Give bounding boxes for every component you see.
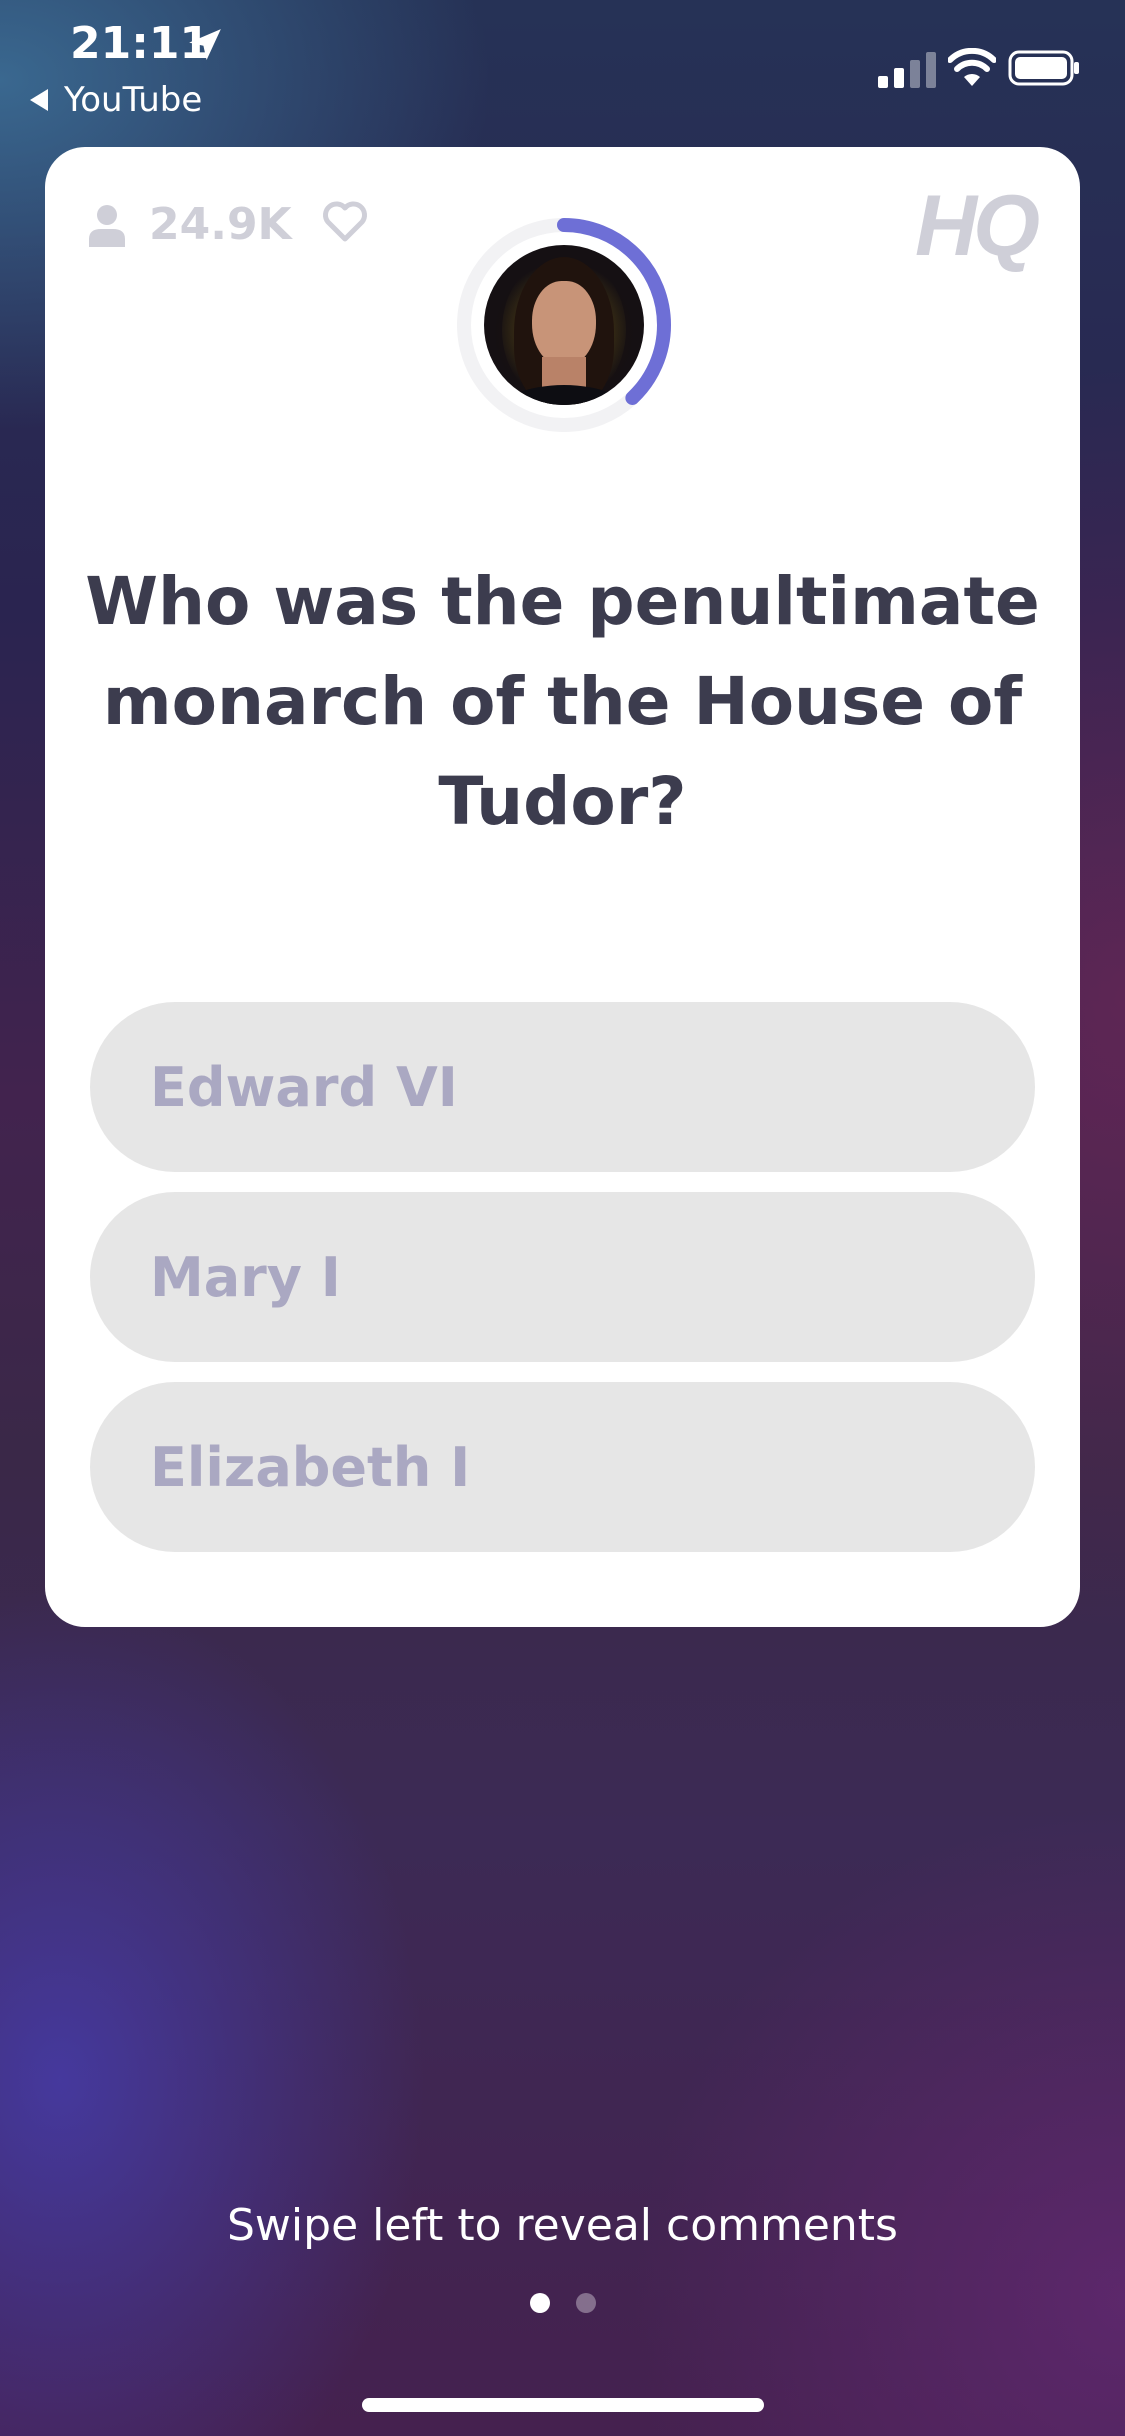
host-timer [454, 215, 674, 435]
status-bar: 21:11 YouTube [0, 0, 1125, 130]
battery-icon [1008, 50, 1079, 86]
location-arrow-icon [189, 29, 221, 61]
person-icon [89, 204, 125, 247]
viewer-count: 24.9K [87, 199, 292, 250]
answer-option-1[interactable]: Edward VI [90, 1002, 1035, 1172]
back-triangle-icon [30, 89, 48, 111]
answer-option-2[interactable]: Mary I [90, 1192, 1035, 1362]
question-text: Who was the penultimate monarch of the H… [85, 563, 1040, 840]
wifi-icon [948, 48, 996, 86]
hq-logo: HQ [915, 178, 1040, 274]
answer-label: Edward VI [150, 1055, 458, 1119]
answer-label: Mary I [150, 1245, 341, 1309]
cellular-signal-icon [878, 52, 936, 88]
back-to-app-button[interactable]: YouTube [30, 80, 202, 120]
page-dot-2[interactable] [575, 2293, 596, 2313]
host-avatar [484, 245, 644, 405]
viewer-count-label: 24.9K [149, 199, 292, 250]
page-dot-1[interactable] [529, 2293, 550, 2313]
back-app-label: YouTube [64, 80, 203, 120]
heart-icon[interactable] [321, 199, 369, 243]
page-indicator[interactable] [0, 2293, 1125, 2313]
home-indicator[interactable] [362, 2398, 764, 2412]
swipe-hint: Swipe left to reveal comments [227, 2200, 898, 2251]
question-card: 24.9K HQ Who was the penultimate monarch… [45, 147, 1080, 1627]
answer-label: Elizabeth I [150, 1435, 471, 1499]
answer-option-3[interactable]: Elizabeth I [90, 1382, 1035, 1552]
